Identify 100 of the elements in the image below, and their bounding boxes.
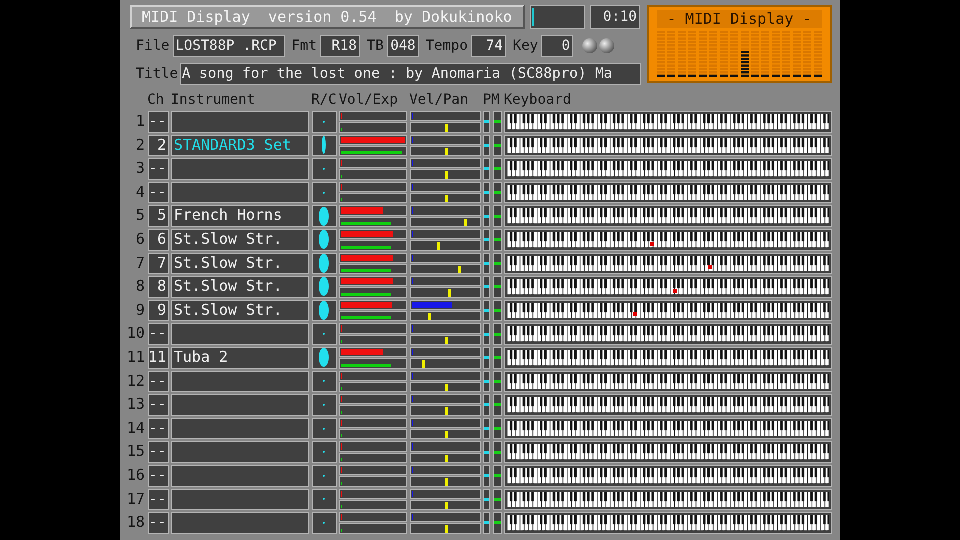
column-header: Vol/Exp [339, 91, 400, 109]
modulation-indicator [494, 262, 500, 265]
channel-number: 15 [126, 441, 145, 462]
portamento-indicator [484, 380, 489, 383]
time-display: 0:10 [590, 5, 640, 29]
portamento-indicator [484, 403, 489, 406]
field-label: Tempo [426, 38, 468, 54]
value-field: R18 [320, 35, 360, 57]
portamento-indicator [484, 144, 489, 147]
program-cell: 9 [148, 300, 168, 322]
channel-number: 3 [134, 158, 145, 180]
program-cell: -- [148, 464, 168, 486]
modulation-indicator [494, 380, 500, 383]
modulation-indicator [494, 427, 500, 430]
portamento-indicator [484, 521, 489, 524]
modulation-indicator [494, 332, 500, 336]
modulation-indicator [494, 120, 500, 124]
channel-number: 9 [134, 300, 145, 321]
portamento-indicator [484, 238, 489, 242]
program-cell: -- [148, 488, 168, 510]
instrument-cell: St.Slow Str. [171, 252, 309, 274]
instrument-cell: St.Slow Str. [171, 228, 309, 251]
title-field: A song for the lost one : by Anomaria (SC88pro) Ma [180, 63, 641, 85]
portamento-indicator [484, 167, 489, 170]
program-cell: -- [148, 394, 168, 416]
portamento-indicator [484, 262, 489, 265]
column-header: Keyboard [504, 91, 572, 109]
portamento-indicator [484, 356, 489, 360]
program-cell: -- [148, 111, 168, 133]
program-cell: 7 [148, 252, 168, 274]
channel-number: 12 [126, 370, 145, 392]
program-cell: -- [148, 182, 168, 204]
modulation-indicator [494, 214, 500, 218]
channel-number: 13 [126, 394, 145, 416]
field-label: TB [367, 38, 384, 54]
program-cell: -- [148, 158, 168, 180]
channel-number: 16 [126, 464, 145, 486]
channel-number: 8 [134, 276, 145, 298]
value-field: LOST88P .RCP [172, 35, 285, 57]
modulation-indicator [494, 521, 500, 524]
program-cell: 6 [148, 228, 168, 251]
program-cell: -- [148, 441, 168, 463]
portamento-indicator [484, 191, 489, 194]
channel-number: 11 [126, 346, 145, 368]
instrument-cell: St.Slow Str. [171, 276, 309, 298]
portamento-indicator [484, 285, 489, 288]
column-header: R/C [312, 91, 336, 109]
column-header: PM [483, 91, 501, 109]
field-label: Title [136, 66, 178, 82]
modulation-indicator [494, 450, 500, 454]
channel-number: 10 [126, 323, 145, 344]
portamento-indicator [484, 120, 489, 124]
display-title: - MIDI Display - [657, 10, 822, 28]
channel-number: 14 [126, 418, 145, 439]
program-cell: 5 [148, 205, 168, 227]
sphere-icons [582, 38, 616, 54]
channel-number: 7 [134, 252, 145, 274]
program-cell: 2 [148, 134, 168, 156]
instrument-cell: French Horns [171, 205, 309, 227]
modulation-indicator [494, 356, 500, 360]
channel-number: 17 [126, 488, 145, 510]
modulation-indicator [494, 474, 500, 478]
portamento-indicator [484, 214, 489, 218]
program-cell: -- [148, 370, 168, 392]
value-field: 74 [471, 35, 506, 57]
channel-number: 4 [134, 182, 145, 203]
instrument-cell: Tuba 2 [171, 346, 309, 369]
modulation-indicator [494, 285, 500, 288]
modulation-indicator [494, 238, 500, 242]
column-header: Ch [148, 91, 166, 109]
channel-number: 2 [134, 134, 145, 156]
modulation-indicator [494, 167, 500, 170]
portamento-indicator [484, 498, 489, 501]
portamento-indicator [484, 474, 489, 478]
program-cell: -- [148, 418, 168, 440]
field-label: Key [513, 38, 538, 54]
modulation-indicator [494, 403, 500, 406]
instrument-cell: STANDARD3 Set [171, 134, 309, 156]
program-cell: -- [148, 323, 168, 345]
modulation-indicator [494, 498, 500, 501]
portamento-indicator [484, 309, 489, 312]
modulation-indicator [494, 191, 500, 194]
value-field: 0 [541, 35, 574, 57]
column-header: Vel/Pan [410, 91, 470, 109]
value-field: 048 [386, 35, 419, 57]
program-cell: 11 [148, 346, 168, 369]
portamento-indicator [484, 332, 489, 336]
channel-number: 18 [126, 512, 145, 534]
portamento-indicator [484, 450, 489, 454]
modulation-indicator [494, 144, 500, 147]
program-cell: -- [148, 512, 168, 534]
field-label: File [136, 38, 170, 54]
channel-number: 1 [134, 111, 145, 132]
field-label: Fmt [292, 38, 318, 54]
instrument-cell: St.Slow Str. [171, 300, 309, 322]
portamento-indicator [484, 427, 489, 430]
channel-number: 5 [134, 205, 145, 226]
app-title: MIDI Display version 0.54 by Dokukinoko [130, 5, 525, 29]
channel-number: 6 [134, 228, 145, 250]
modulation-indicator [494, 309, 500, 312]
